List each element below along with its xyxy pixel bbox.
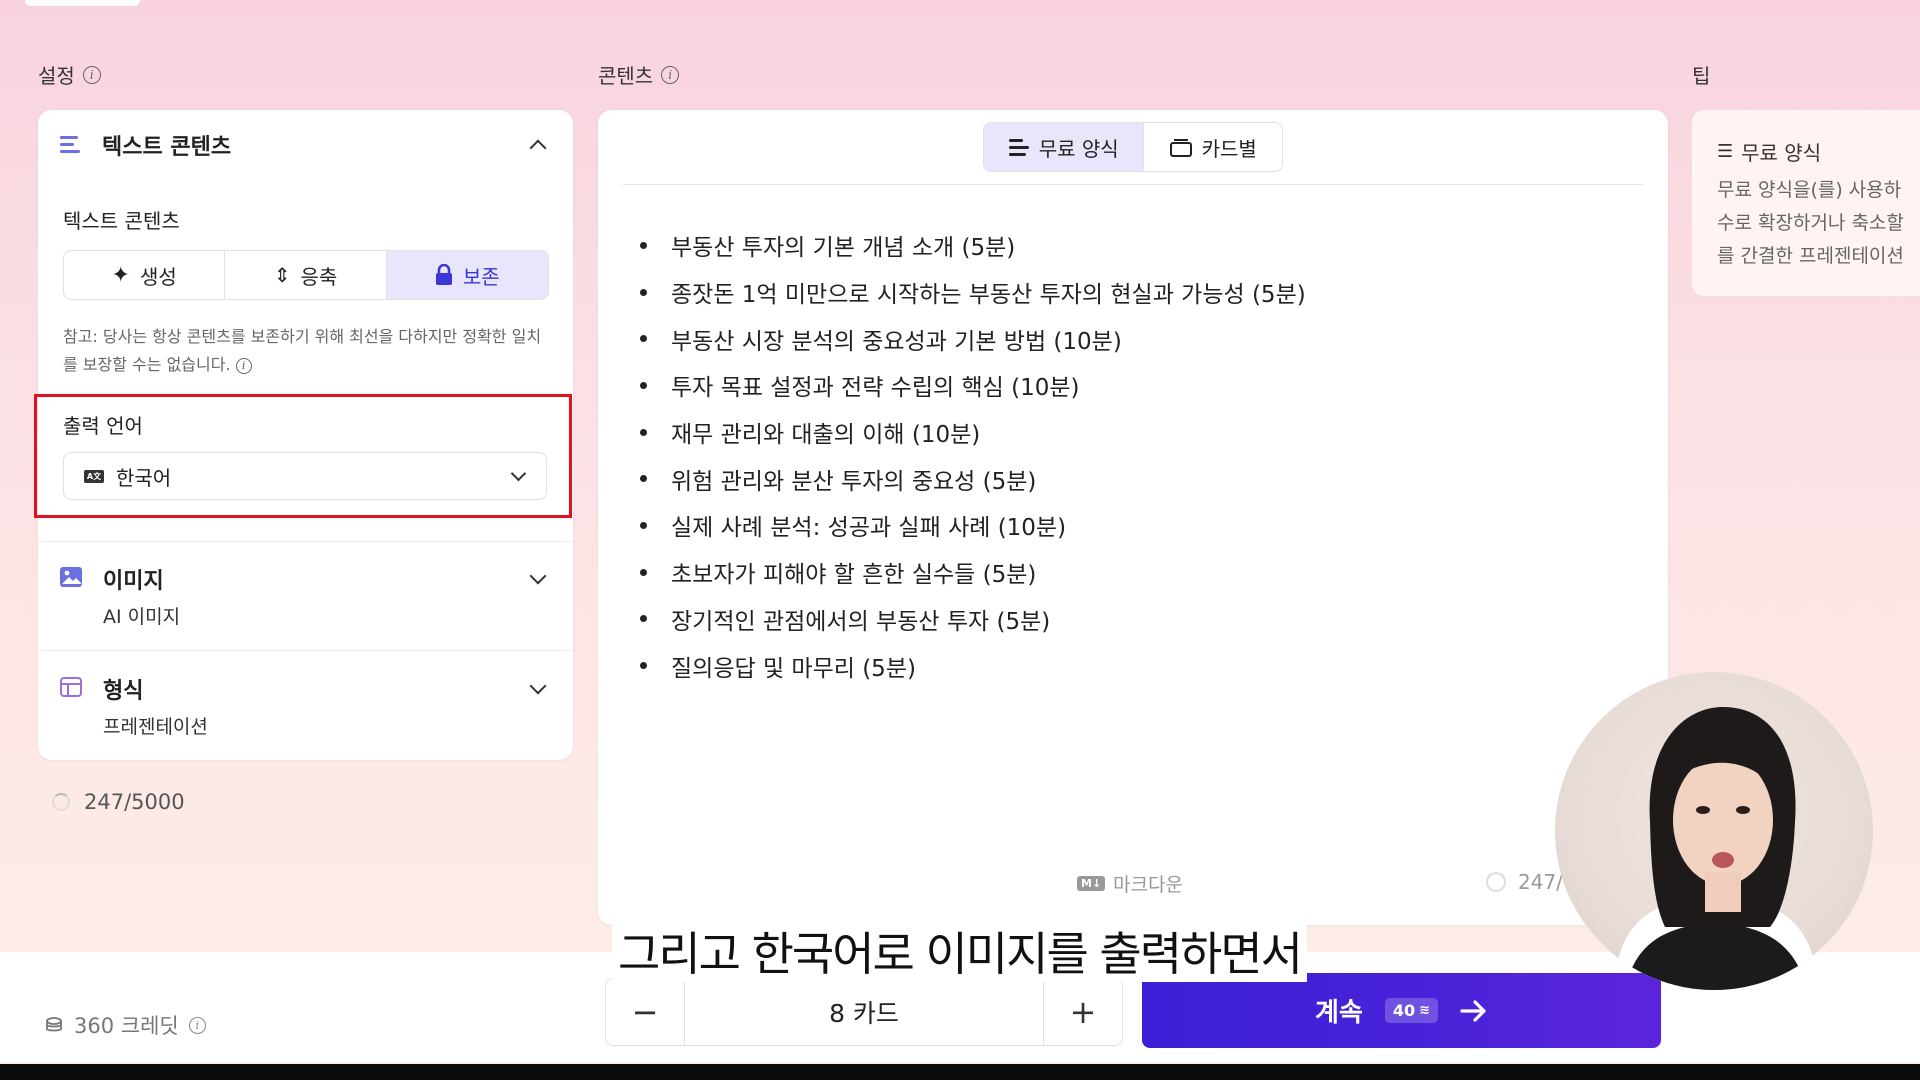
chevron-down-icon (510, 465, 527, 481)
lock-icon (435, 264, 452, 285)
mode-preserve-label: 보존 (462, 264, 500, 289)
format-title: 형식 (103, 679, 144, 704)
output-language-value: 한국어 (116, 465, 172, 490)
condense-icon: ⇕ (273, 263, 291, 287)
tips-title: 무료 양식 (1741, 141, 1822, 165)
settings-section-label: 설정 i (38, 60, 101, 89)
image-settings-row[interactable] (38, 542, 573, 650)
tab-by-card[interactable]: 카드별 (1144, 123, 1282, 171)
info-icon[interactable]: i (82, 65, 101, 84)
content-list-item: 부동산 투자의 기본 개념 소개 (5분) (640, 222, 1306, 269)
credits-text: 360 크레딧 (74, 1014, 179, 1038)
player-bottom-edge (0, 1064, 1920, 1080)
credits-indicator: 360 크레딧 i (44, 1010, 206, 1040)
plus-icon: + (1069, 993, 1097, 1031)
presenter-portrait (1615, 707, 1817, 990)
minus-icon: − (631, 993, 659, 1031)
mode-condense-label: 응축 (300, 264, 338, 289)
tips-line: 무료 양식을(를) 사용하 (1717, 179, 1902, 201)
card-count-stepper: − 8 카드 + (605, 978, 1123, 1046)
image-icon (60, 567, 82, 587)
content-char-count-text: 247/ (1518, 870, 1563, 894)
content-view-tabs: 무료 양식 카드별 (983, 122, 1283, 172)
image-title: 이미지 (103, 569, 164, 594)
content-list-item: 종잣돈 1억 미만으로 시작하는 부동산 투자의 현실과 가능성 (5분) (640, 269, 1306, 316)
content-list-item: 위험 관리와 분산 투자의 중요성 (5분) (640, 455, 1306, 502)
tab-free-form[interactable]: 무료 양식 (984, 123, 1145, 171)
content-outline-list[interactable]: 부동산 투자의 기본 개념 소개 (5분) 종잣돈 1억 미만으로 시작하는 부동… (640, 222, 1306, 689)
top-tab-fragment (25, 0, 140, 6)
cards-icon (1169, 139, 1192, 157)
tips-title-row: ☰ 무료 양식 (1717, 137, 1821, 166)
format-settings-row[interactable] (38, 651, 573, 759)
presenter-webcam (1555, 672, 1873, 990)
increment-button[interactable]: + (1043, 979, 1122, 1045)
content-list-item: 장기적인 관점에서의 부동산 투자 (5분) (640, 596, 1306, 643)
coins-icon (46, 1017, 62, 1032)
markdown-indicator: M↓ 마크다운 (1077, 870, 1183, 897)
image-value: AI 이미지 (103, 606, 181, 628)
language-icon: A文 (84, 469, 104, 483)
content-list-item: 초보자가 피해야 할 흔한 실수들 (5분) (640, 549, 1306, 596)
output-language-label: 출력 언어 (63, 414, 143, 438)
tips-body: 무료 양식을(를) 사용하 수로 확장하거나 축소할 를 간결한 프레젠테이션 (1717, 174, 1920, 273)
continue-button[interactable]: 계속 40 ≋ (1142, 973, 1661, 1048)
mode-preserve-button[interactable]: 보존 (386, 251, 548, 299)
settings-char-count-text: 247/5000 (84, 790, 185, 814)
tab-by-card-label: 카드별 (1201, 136, 1257, 161)
text-content-title: 텍스트 콘텐츠 (102, 135, 232, 160)
text-lines-icon: ☰ (1717, 141, 1734, 162)
note-info-icon[interactable]: i (235, 357, 252, 374)
markdown-label: 마크다운 (1113, 874, 1184, 896)
content-char-count: 247/ (1486, 870, 1563, 894)
tips-panel: ☰ 무료 양식 무료 양식을(를) 사용하 수로 확장하거나 축소할 를 간결한… (1692, 110, 1920, 296)
layout-icon (60, 677, 82, 697)
text-mode-segmented: ✦ 생성 ⇕ 응축 보존 (63, 250, 549, 300)
credit-cost-value: 40 (1392, 1001, 1416, 1020)
content-list-item: 질의응답 및 마무리 (5분) (640, 642, 1306, 689)
format-value: 프레젠테이션 (103, 716, 208, 738)
preserve-note-text: 참고: 당사는 항상 콘텐츠를 보존하기 위해 최선을 다하지만 정확한 일치를… (63, 327, 542, 374)
sparkle-icon: ✦ (111, 262, 130, 288)
content-divider (623, 184, 1643, 185)
content-list-item: 실제 사례 분석: 성공과 실패 사례 (10분) (640, 502, 1306, 549)
credits-info-icon[interactable]: i (188, 1016, 206, 1034)
tips-section-label: 팁 (1692, 60, 1710, 89)
progress-ring-icon (1486, 872, 1506, 892)
credit-cost-badge: 40 ≋ (1384, 998, 1438, 1023)
info-icon[interactable]: i (661, 65, 680, 84)
markdown-icon: M↓ (1077, 876, 1106, 891)
content-label: 콘텐츠 (598, 64, 654, 88)
progress-ring-icon (52, 793, 70, 811)
tips-line: 수로 확장하거나 축소할 (1717, 212, 1904, 234)
video-subtitle: 그리고 한국어로 이미지를 출력하면서 (612, 920, 1307, 982)
arrow-right-icon (1460, 999, 1486, 1022)
mode-generate-label: 생성 (139, 264, 177, 289)
mode-condense-button[interactable]: ⇕ 응축 (225, 251, 387, 299)
text-content-sublabel: 텍스트 콘텐츠 (63, 209, 180, 233)
content-list-item: 부동산 시장 분석의 중요성과 기본 방법 (10분) (640, 315, 1306, 362)
card-count-value[interactable]: 8 카드 (685, 979, 1043, 1045)
settings-label: 설정 (38, 64, 75, 88)
mode-generate-button[interactable]: ✦ 생성 (64, 251, 226, 299)
settings-char-count: 247/5000 (52, 790, 185, 814)
text-lines-icon (60, 136, 80, 154)
content-section-label: 콘텐츠 i (598, 60, 680, 89)
coins-icon: ≋ (1419, 1003, 1430, 1018)
free-form-icon (1008, 138, 1029, 156)
tab-free-form-label: 무료 양식 (1038, 136, 1119, 161)
tips-label: 팁 (1692, 64, 1711, 88)
content-list-item: 투자 목표 설정과 전략 수립의 핵심 (10분) (640, 362, 1306, 409)
continue-label: 계속 (1314, 998, 1363, 1028)
decrement-button[interactable]: − (606, 979, 685, 1045)
preserve-note: 참고: 당사는 항상 콘텐츠를 보존하기 위해 최선을 다하지만 정확한 일치를… (63, 323, 543, 379)
output-language-select[interactable]: A文 한국어 (63, 452, 547, 500)
tips-line: 를 간결한 프레젠테이션 (1717, 245, 1904, 267)
text-content-header[interactable]: 텍스트 콘텐츠 (60, 130, 550, 160)
content-list-item: 재무 관리와 대출의 이해 (10분) (640, 409, 1306, 456)
